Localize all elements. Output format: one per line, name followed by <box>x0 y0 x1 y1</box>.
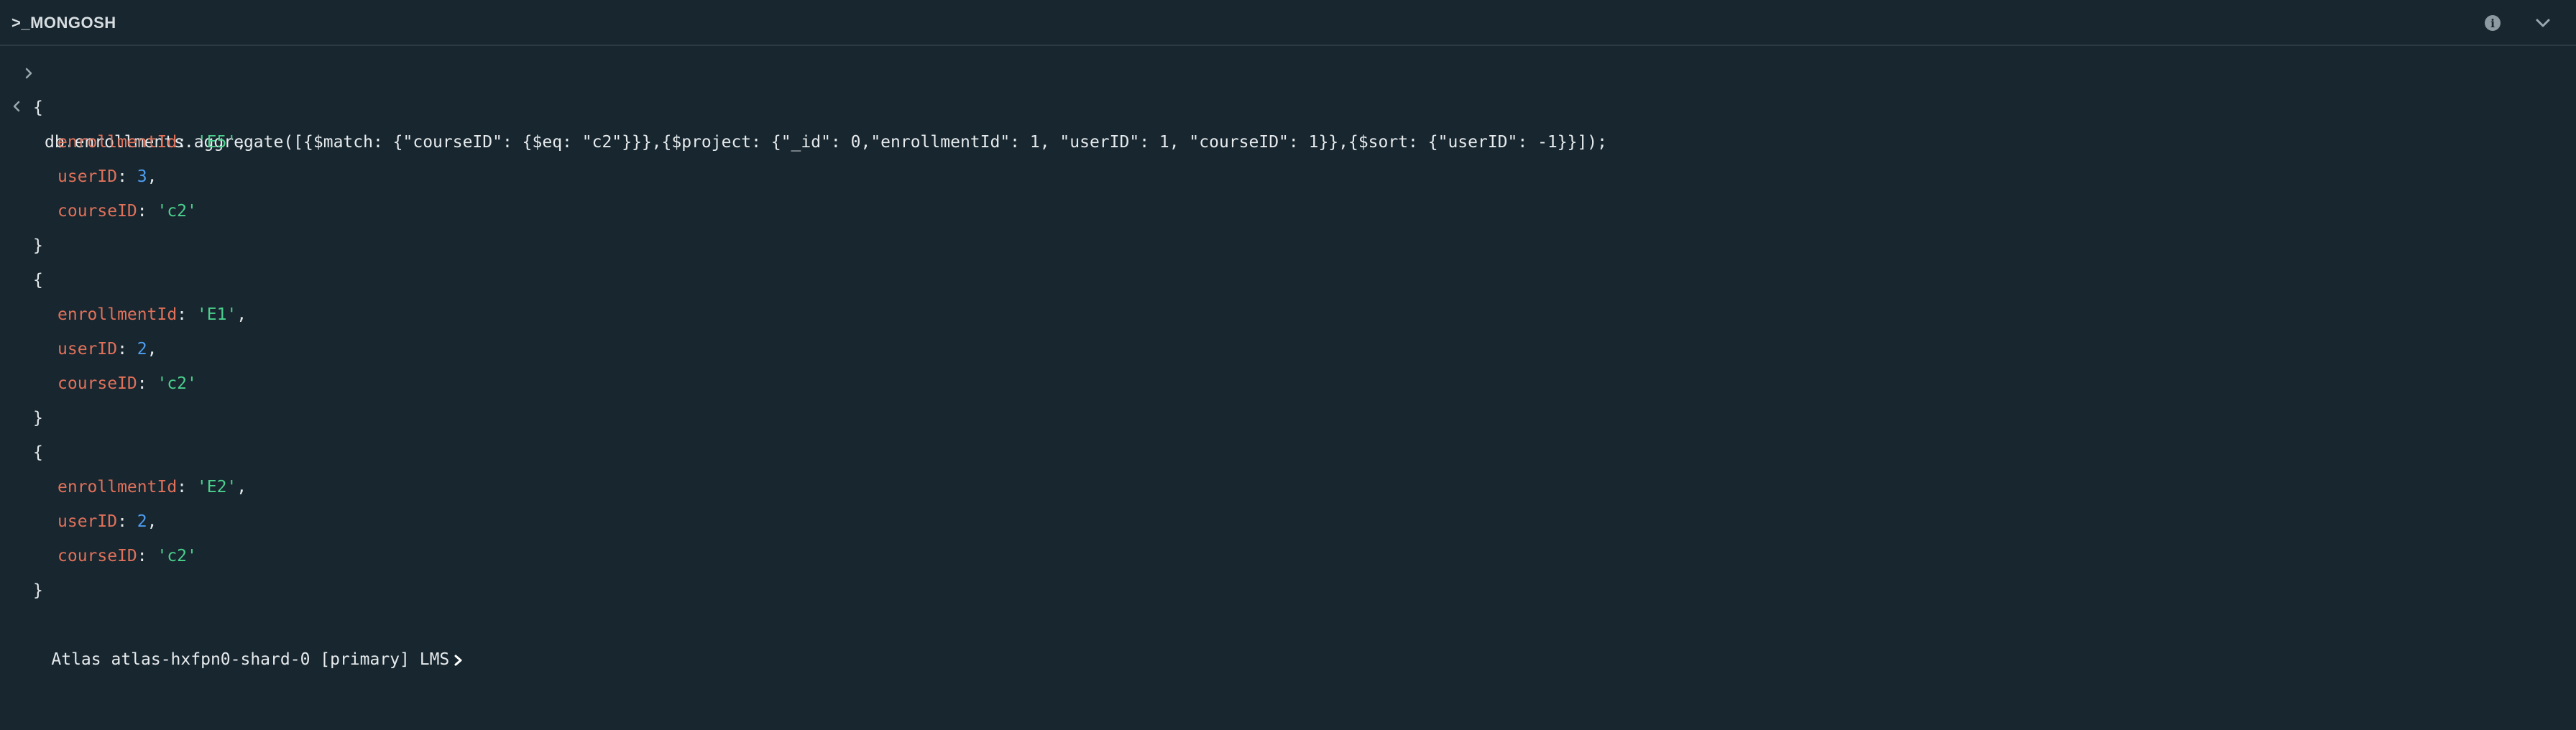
prompt-text: Atlas atlas-hxfpn0-shard-0 [primary] LMS <box>51 650 450 669</box>
info-icon: i <box>2485 15 2501 31</box>
shell-prompt[interactable]: Atlas atlas-hxfpn0-shard-0 [primary] LMS <box>12 608 464 669</box>
shell-title: >_MONGOSH <box>12 14 116 32</box>
command-text: db.enrollments.aggregate([{$match: {"cou… <box>45 133 1608 152</box>
input-line: db.enrollments.aggregate([{$match: {"cou… <box>12 56 1607 152</box>
prompt-caret-icon <box>454 655 462 665</box>
chevron-down-icon <box>2536 19 2550 27</box>
shell-header: >_MONGOSH i <box>0 0 2576 46</box>
output-chevron-icon <box>13 101 20 112</box>
shell-output[interactable]: db.enrollments.aggregate([{$match: {"cou… <box>0 46 2576 730</box>
info-button[interactable]: i <box>2481 11 2504 34</box>
input-chevron-icon <box>25 68 32 79</box>
collapse-button[interactable] <box>2531 11 2554 34</box>
